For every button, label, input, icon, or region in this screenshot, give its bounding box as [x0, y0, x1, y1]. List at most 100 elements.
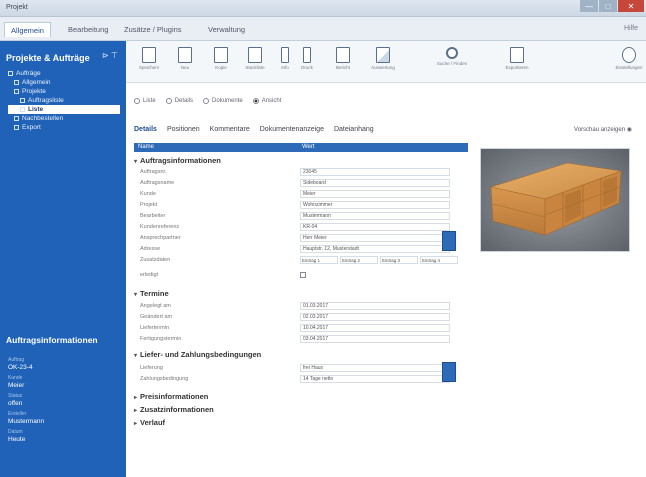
section-zusatzinformationen[interactable]: ▸ Zusatzinformationen — [134, 405, 214, 414]
tab-positionen[interactable]: Positionen — [167, 126, 200, 138]
radio-dot — [203, 98, 210, 104]
field-input[interactable]: Sideboard — [300, 179, 450, 187]
collapse-arrow-icon: ▾ — [134, 292, 138, 298]
section-title: Preisinformationen — [140, 392, 209, 401]
sidebar: Projekte & Aufträge ⊳ ⊤ Aufträge Allgeme… — [0, 41, 126, 477]
field-label: Ansprechpartner — [140, 235, 181, 241]
new-button[interactable]: Neu — [174, 47, 196, 70]
sidebar-title: Projekte & Aufträge — [6, 53, 90, 63]
toolbar-label: Stückliste — [245, 65, 265, 70]
toolbar-label: Info — [281, 65, 289, 70]
pin-icon[interactable]: ⊳ ⊤ — [102, 51, 118, 60]
section-title: Liefer- und Zahlungsbedingungen — [140, 350, 262, 359]
export-icon — [510, 47, 524, 63]
field-input[interactable]: 23045 — [300, 168, 450, 176]
chart-button[interactable]: Auswertung — [371, 47, 395, 70]
multi-cell[interactable]: Eintrag 2 — [340, 256, 378, 264]
field-input[interactable]: Meier — [300, 190, 450, 198]
field-input[interactable]: Hauptstr. 12, Musterstadt — [300, 245, 450, 253]
address-lookup-button[interactable] — [442, 231, 456, 251]
chart-icon — [376, 47, 390, 63]
ribbon-toolbar: Speichern Neu Kopie Stückliste Info Druc… — [126, 41, 646, 83]
tab-dokumentenanzeige[interactable]: Dokumentenanzeige — [260, 126, 324, 138]
multi-cell[interactable]: Eintrag 1 — [300, 256, 338, 264]
field-checkbox[interactable] — [300, 272, 306, 278]
field-input[interactable]: 03.04.2017 — [300, 335, 450, 343]
tree-box-icon — [14, 124, 19, 130]
multi-cell[interactable]: Eintrag 4 — [420, 256, 458, 264]
field-input[interactable]: Wohnzimmer — [300, 201, 450, 209]
field-input[interactable]: KR-04 — [300, 223, 450, 231]
menu-tab-allgemein[interactable]: Allgemein — [4, 22, 51, 37]
close-button[interactable]: ✕ — [618, 0, 644, 12]
help-link[interactable]: Hilfe — [624, 25, 638, 32]
tree-item-label: Nachbestellen — [22, 115, 64, 122]
field-label: Kunde — [140, 191, 156, 197]
field-input[interactable]: 14 Tage netto — [300, 375, 450, 383]
radio-details[interactable]: Details — [165, 98, 193, 104]
section-preisinformationen[interactable]: ▸ Preisinformationen — [134, 392, 208, 401]
tab-dateianhang[interactable]: Dateianhang — [334, 126, 374, 138]
report-button[interactable]: Bericht — [332, 47, 354, 70]
menu-tab-bearbeitung[interactable]: Bearbeitung — [62, 22, 114, 37]
field-label: Fertigungstermin — [140, 336, 182, 342]
tree-item-nachbestellen[interactable]: Nachbestellen — [8, 114, 120, 123]
list-button[interactable]: Stückliste — [244, 47, 266, 70]
field-input[interactable]: 01.03.2017 — [300, 302, 450, 310]
field-input[interactable]: frei Haus — [300, 364, 450, 372]
tree-item-export[interactable]: Export — [8, 123, 120, 132]
toolbar-label: Einstellungen — [615, 65, 643, 70]
field-input[interactable]: Mustermann — [300, 212, 450, 220]
export-button[interactable]: Exportieren — [502, 47, 532, 70]
tab-kommentare[interactable]: Kommentare — [210, 126, 250, 138]
radio-dokumente[interactable]: Dokumente — [203, 98, 243, 104]
section-liefer-zahlung[interactable]: ▾ Liefer- und Zahlungsbedingungen — [134, 350, 261, 359]
field-label: Angelegt am — [140, 303, 171, 309]
grid-header-value: Wert — [302, 144, 315, 150]
tree-item-allgemein[interactable]: Allgemein — [8, 78, 120, 87]
minimize-button[interactable]: — — [580, 0, 598, 12]
menu-tab-verwaltung[interactable]: Verwaltung — [202, 22, 251, 37]
search-button[interactable]: Suche / Finden — [432, 47, 472, 66]
section-auftragsinformationen[interactable]: ▾ Auftragsinformationen — [134, 156, 221, 165]
radio-dot — [165, 98, 172, 104]
tree-item-label: Liste — [28, 106, 44, 113]
section-termine[interactable]: ▾ Termine — [134, 289, 169, 298]
section-title: Auftragsinformationen — [140, 156, 221, 165]
tree-item-projekte[interactable]: Projekte — [8, 87, 120, 96]
radio-ansicht[interactable]: Ansicht — [252, 98, 281, 104]
radio-liste[interactable]: Liste — [134, 98, 156, 104]
field-row: Ansprechpartner Herr Meier — [140, 234, 460, 243]
window-title: Projekt — [6, 4, 28, 11]
terms-lookup-button[interactable] — [442, 362, 456, 382]
settings-button[interactable]: Einstellungen — [615, 47, 643, 70]
tab-details[interactable]: Details — [134, 126, 157, 138]
sideboard-model-image — [489, 162, 622, 236]
field-input[interactable]: Herr Meier — [300, 234, 450, 242]
field-input[interactable]: 10.04.2017 — [300, 324, 450, 332]
field-row: Auftragsname Sideboard — [140, 179, 460, 188]
preview-toggle[interactable]: Vorschau anzeigen ◉ — [574, 126, 632, 133]
furniture-3d-preview[interactable] — [480, 148, 630, 252]
field-input[interactable]: 02.03.2017 — [300, 313, 450, 321]
maximize-button[interactable]: □ — [599, 0, 617, 12]
multi-cell[interactable]: Eintrag 3 — [380, 256, 418, 264]
sidebar-field-value: Mustermann — [8, 418, 45, 425]
print-icon — [303, 47, 311, 63]
copy-button[interactable]: Kopie — [210, 47, 232, 70]
field-row: Projekt Wohnzimmer — [140, 201, 460, 210]
field-row: Liefertermin 10.04.2017 — [140, 324, 460, 333]
tree-item-liste[interactable]: Liste — [8, 105, 120, 114]
section-verlauf[interactable]: ▸ Verlauf — [134, 418, 165, 427]
multi-field: Eintrag 1 Eintrag 2 Eintrag 3 Eintrag 4 — [300, 256, 458, 264]
sidebar-section-title: Auftragsinformationen — [6, 335, 98, 345]
tree-item-auftraege[interactable]: Aufträge — [8, 69, 120, 78]
menu-tab-zusaetze[interactable]: Zusätze / Plugins — [118, 22, 188, 37]
info-button[interactable]: Info — [274, 47, 296, 70]
field-label: Liefertermin — [140, 325, 170, 331]
new-doc-icon — [178, 47, 192, 63]
print-button[interactable]: Druck — [296, 47, 318, 70]
menu-bar: Allgemein Bearbeitung Zusätze / Plugins … — [0, 17, 646, 41]
save-button[interactable]: Speichern — [138, 47, 160, 70]
tree-item-auftragsliste[interactable]: Auftragsliste — [8, 96, 120, 105]
